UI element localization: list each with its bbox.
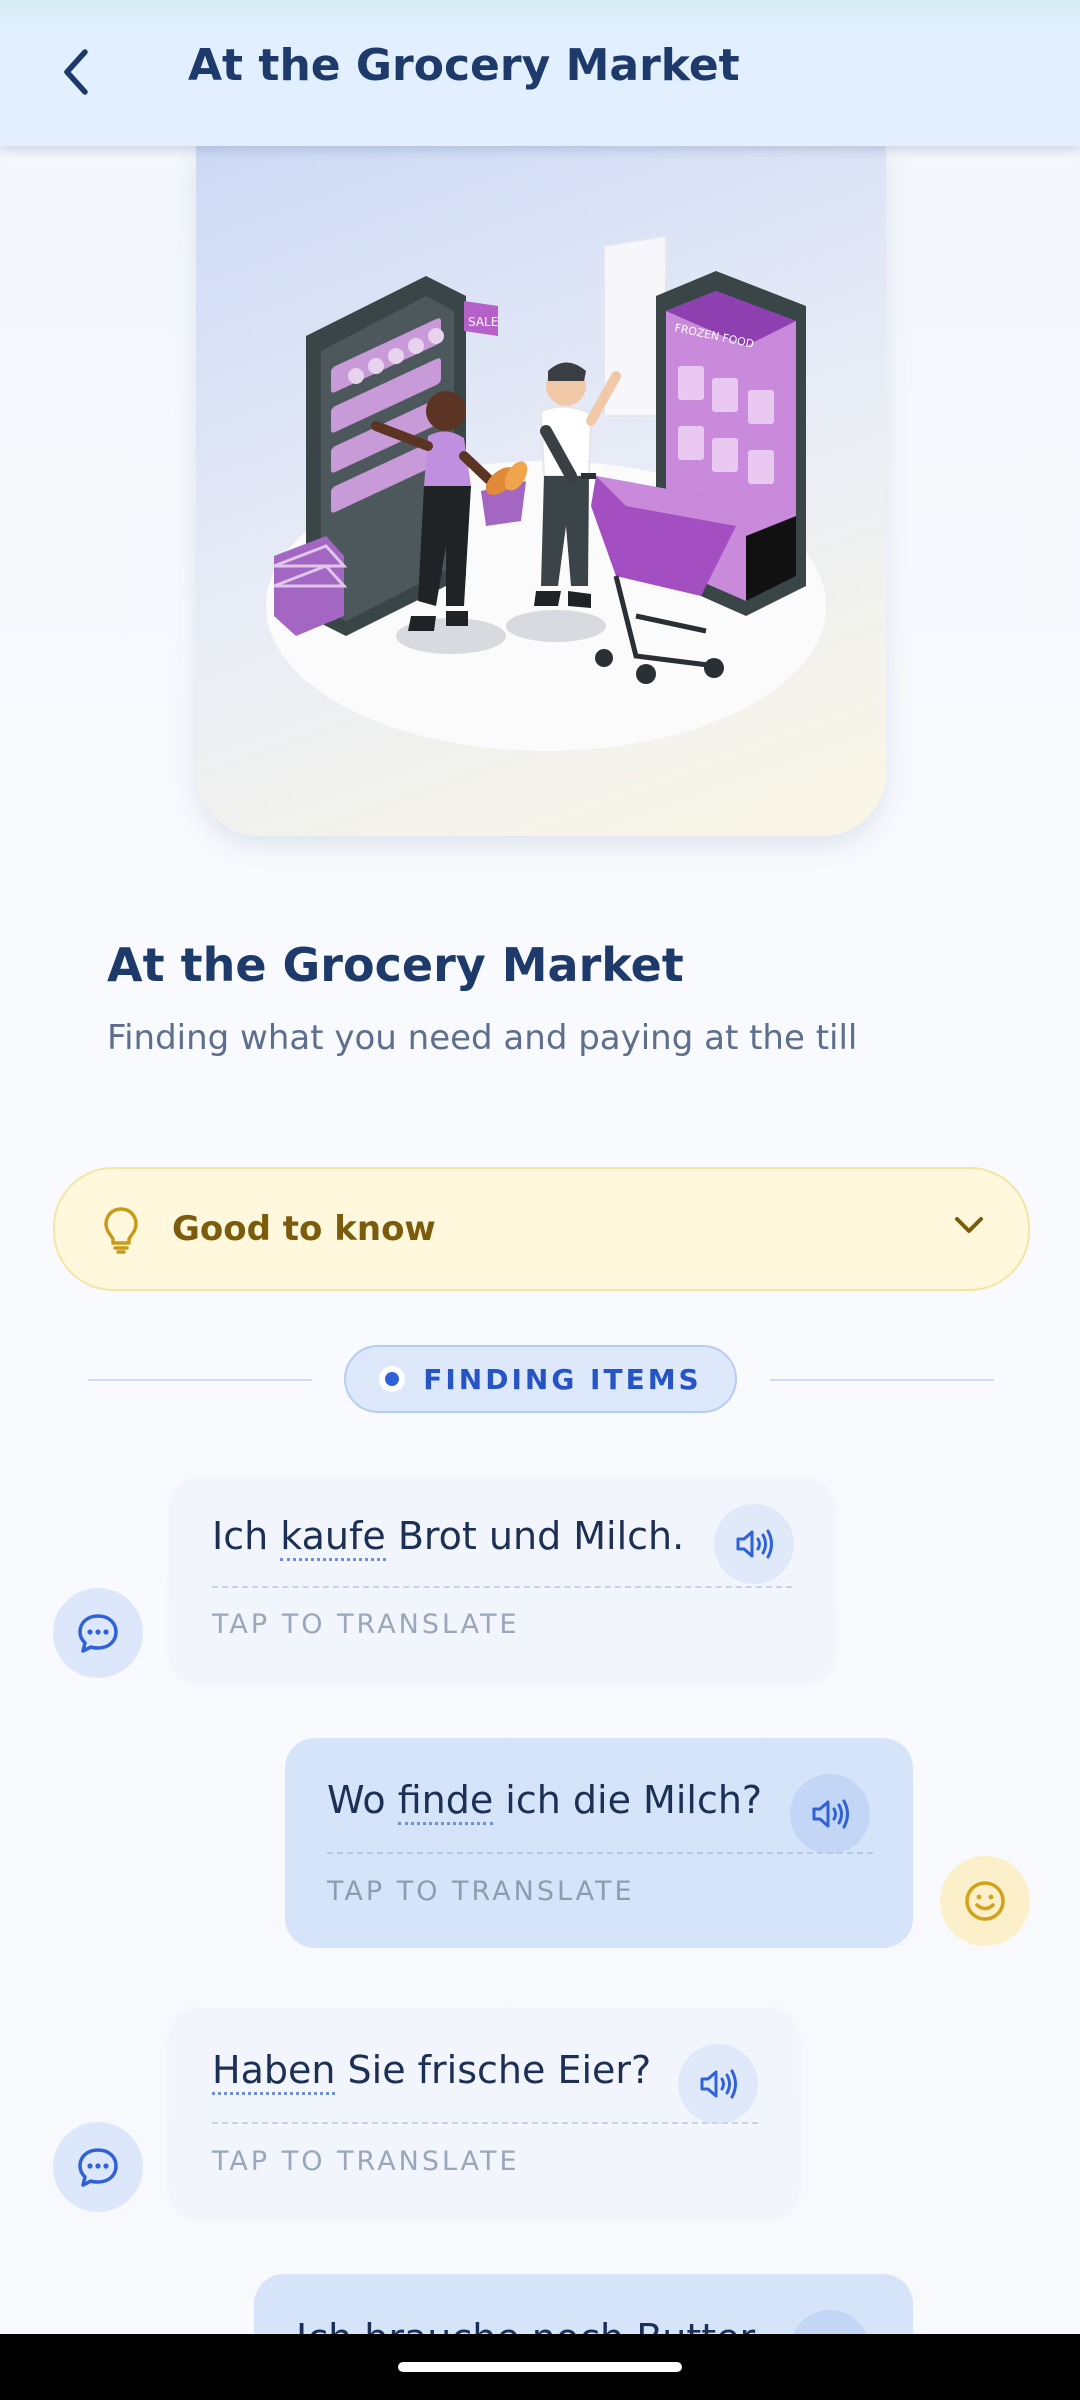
phrase-bubble[interactable]: Ich kaufe Brot und Milch. TAP TO TRANSLA… bbox=[170, 1478, 834, 1680]
chat-bubble-icon bbox=[78, 2148, 118, 2187]
chat-bubble-icon bbox=[78, 1614, 118, 1653]
tap-to-translate[interactable]: TAP TO TRANSLATE bbox=[212, 2146, 520, 2177]
play-audio-button[interactable] bbox=[790, 1774, 870, 1854]
play-audio-button[interactable] bbox=[678, 2044, 758, 2124]
highlighted-word[interactable]: kaufe bbox=[280, 1514, 386, 1561]
section-dot-icon bbox=[379, 1366, 406, 1392]
phrase-text: Ich kaufe Brot und Milch. bbox=[212, 1514, 684, 1561]
lesson-subtitle: Finding what you need and paying at the … bbox=[107, 1018, 858, 1058]
speaker-icon bbox=[700, 2069, 737, 2099]
speaker-icon bbox=[736, 1529, 773, 1559]
smiley-icon bbox=[965, 1881, 1005, 1921]
phrase-bubble[interactable]: Haben Sie frische Eier? TAP TO TRANSLATE bbox=[170, 2008, 798, 2216]
play-audio-button[interactable] bbox=[714, 1504, 794, 1584]
lesson-illustration: SALE FROZEN FOOD bbox=[196, 146, 886, 836]
good-to-know-panel[interactable]: Good to know bbox=[53, 1167, 1030, 1291]
section-divider-left bbox=[88, 1379, 312, 1381]
bubble-separator bbox=[212, 1586, 792, 1588]
good-to-know-label: Good to know bbox=[172, 1209, 436, 1249]
lightbulb-icon bbox=[104, 1207, 138, 1254]
tap-to-translate[interactable]: TAP TO TRANSLATE bbox=[327, 1876, 635, 1907]
speaker-avatar bbox=[53, 2122, 143, 2212]
top-app-bar: At the Grocery Market bbox=[0, 0, 1080, 146]
tap-to-translate[interactable]: TAP TO TRANSLATE bbox=[212, 1609, 520, 1640]
sale-sign-text: SALE bbox=[468, 315, 498, 329]
home-indicator[interactable] bbox=[398, 2362, 682, 2372]
page-title: At the Grocery Market bbox=[188, 40, 740, 91]
phrase-bubble[interactable]: Wo finde ich die Milch? TAP TO TRANSLATE bbox=[285, 1738, 913, 1948]
speaker-avatar bbox=[53, 1588, 143, 1678]
section-divider-right bbox=[770, 1379, 994, 1381]
section-label: FINDING ITEMS bbox=[423, 1362, 702, 1396]
back-button[interactable] bbox=[44, 36, 110, 108]
highlighted-word[interactable]: finde bbox=[397, 1778, 494, 1825]
phrase-text: Wo finde ich die Milch? bbox=[327, 1778, 762, 1825]
speaker-icon bbox=[812, 1799, 849, 1829]
bubble-separator bbox=[327, 1852, 873, 1854]
lesson-title: At the Grocery Market bbox=[107, 938, 684, 992]
chevron-down-icon bbox=[955, 1217, 983, 1233]
chevron-left-icon bbox=[64, 49, 88, 95]
grocery-store-illustration: SALE FROZEN FOOD bbox=[266, 234, 826, 751]
user-avatar bbox=[940, 1856, 1030, 1946]
section-header: FINDING ITEMS bbox=[344, 1345, 737, 1413]
phrase-text: Haben Sie frische Eier? bbox=[212, 2048, 651, 2095]
bubble-separator bbox=[212, 2122, 758, 2124]
highlighted-word[interactable]: Haben bbox=[212, 2048, 336, 2095]
